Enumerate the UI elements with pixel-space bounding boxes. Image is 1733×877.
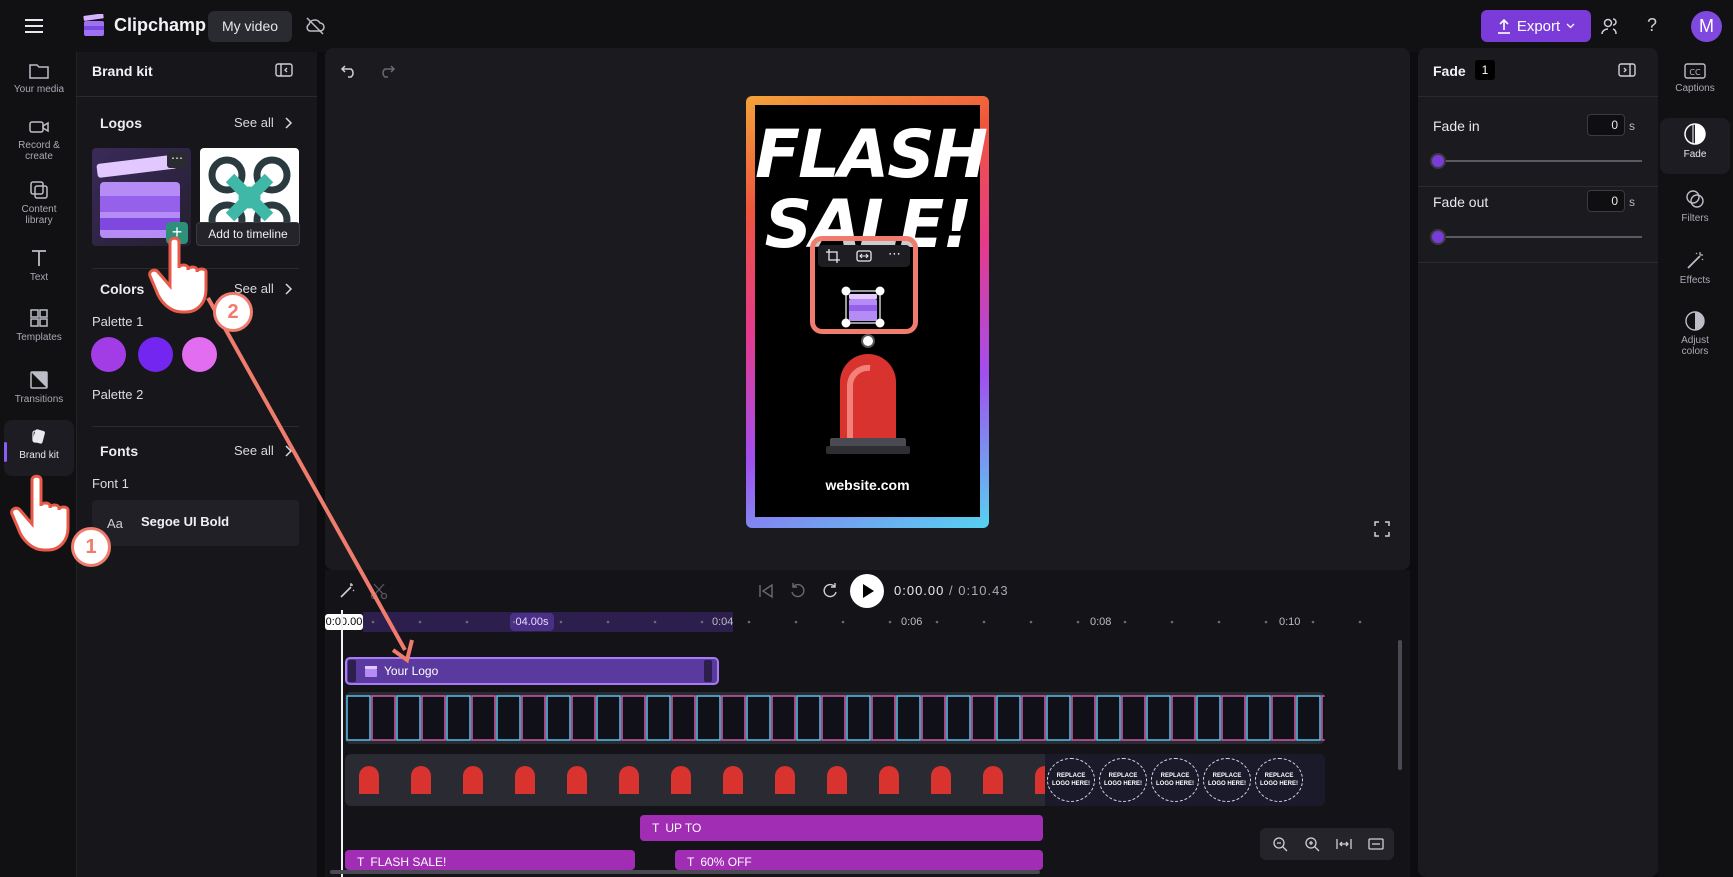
step-1-badge: 1 [71, 527, 111, 567]
pointer-hand-icon [148, 232, 218, 322]
pointer-hand-icon [10, 470, 80, 560]
step-2-badge: 2 [213, 292, 253, 332]
tutorial-arrow [206, 297, 414, 664]
